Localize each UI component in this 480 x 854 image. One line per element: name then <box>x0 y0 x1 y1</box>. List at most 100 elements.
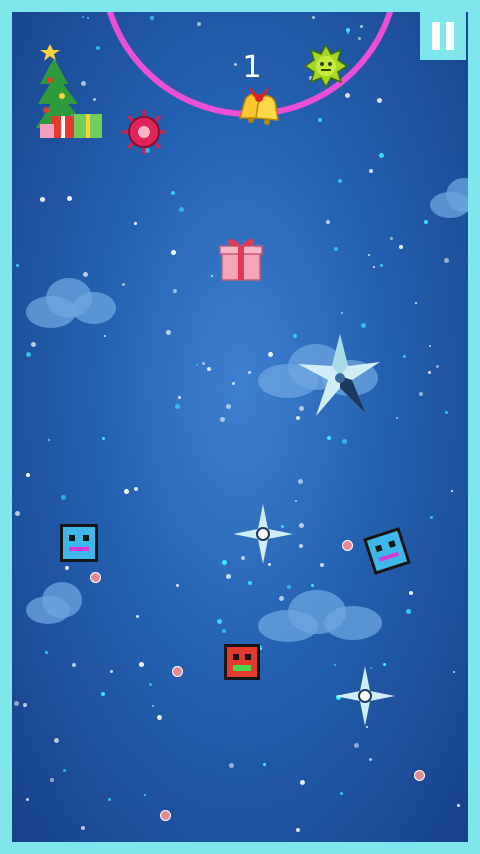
sparkle <box>48 439 50 441</box>
sparkle <box>445 411 448 414</box>
sparkle <box>415 302 417 304</box>
pause-button[interactable] <box>420 12 466 60</box>
sparkle <box>104 335 106 337</box>
sparkle <box>67 196 72 201</box>
sparkle <box>134 487 138 491</box>
sparkle <box>334 247 338 251</box>
sparkle <box>211 275 213 277</box>
sparkle <box>453 671 455 673</box>
sparkle <box>63 769 66 772</box>
sparkle <box>296 828 300 832</box>
sparkle <box>436 365 439 368</box>
sparkle <box>299 523 304 528</box>
pause-icon <box>446 22 454 50</box>
sparkle <box>175 404 180 409</box>
sparkle <box>207 367 211 371</box>
sparkle <box>82 16 84 18</box>
sparkle <box>222 560 227 565</box>
green-virus-icon <box>304 44 348 88</box>
sparkle <box>217 619 222 624</box>
cloud <box>26 580 96 626</box>
sparkle <box>45 651 48 654</box>
sparkle <box>178 396 181 399</box>
sparkle <box>101 692 105 696</box>
sparkle <box>31 342 36 347</box>
sparkle <box>26 473 30 477</box>
sparkle <box>232 382 235 385</box>
gem-pickup <box>172 666 183 677</box>
sparkle <box>419 392 423 396</box>
sparkle <box>268 352 273 357</box>
sparkle <box>396 417 398 419</box>
sparkle <box>318 118 322 122</box>
sparkle <box>457 804 460 807</box>
sparkle <box>139 662 144 667</box>
sparkle <box>326 220 330 224</box>
game-frame: 1 <box>0 0 480 854</box>
sparkle <box>226 574 231 579</box>
sparkle <box>298 479 303 484</box>
sparkle <box>108 798 111 801</box>
sparkle <box>220 417 225 422</box>
sparkle <box>369 169 373 173</box>
sparkle <box>248 371 251 374</box>
sparkle <box>54 738 59 743</box>
sparkle <box>134 222 137 225</box>
sparkle <box>354 743 359 748</box>
sparkle <box>327 436 331 440</box>
sparkle <box>320 563 324 567</box>
sparkle <box>14 701 19 706</box>
sparkle <box>338 179 342 183</box>
sparkle <box>122 283 125 286</box>
sparkle <box>380 264 383 267</box>
sparkle <box>124 489 129 494</box>
gem-pickup <box>90 572 101 583</box>
player-cube[interactable] <box>224 644 260 680</box>
sparkle <box>26 798 29 801</box>
sparkle <box>179 207 184 212</box>
sparkle <box>202 362 205 365</box>
enemy-cube <box>60 524 98 562</box>
pause-icon <box>432 22 440 50</box>
sparkle <box>226 404 231 409</box>
sparkle <box>373 266 375 268</box>
sparkle <box>102 437 105 440</box>
sparkle <box>248 581 252 585</box>
sparkle <box>166 330 171 335</box>
sparkle <box>299 544 303 548</box>
sparkle <box>61 495 66 500</box>
sparkle <box>40 197 45 202</box>
sparkle <box>342 439 347 444</box>
sparkle <box>444 258 449 263</box>
cloud <box>258 588 382 644</box>
sparkle <box>173 289 177 293</box>
sparkle <box>65 566 69 570</box>
sparkle <box>16 264 19 267</box>
sparkle <box>430 516 433 519</box>
sparkle <box>83 272 88 277</box>
score-counter: 1 <box>242 50 262 85</box>
sparkle <box>340 792 343 795</box>
sparkle <box>81 826 85 830</box>
bells-icon <box>239 86 279 125</box>
sparkle <box>149 683 152 686</box>
sparkle <box>409 591 413 595</box>
sparkle <box>157 715 162 720</box>
sparkle <box>424 220 428 224</box>
gift-box-icon <box>219 238 263 281</box>
sparkle <box>87 17 89 19</box>
gem-pickup <box>160 810 171 821</box>
sparkle <box>399 245 403 249</box>
sparkle <box>15 511 20 516</box>
sparkle <box>300 780 305 785</box>
christmas-tree-icon <box>36 44 102 138</box>
shuriken-icon <box>298 334 380 416</box>
sparkle <box>379 153 384 158</box>
sparkle <box>406 609 411 614</box>
sparkle <box>110 670 113 673</box>
gem-pickup <box>414 770 425 781</box>
sparkle <box>429 345 431 347</box>
sparkle <box>171 250 176 255</box>
sparkle <box>50 778 54 782</box>
red-virus-icon <box>122 110 166 154</box>
